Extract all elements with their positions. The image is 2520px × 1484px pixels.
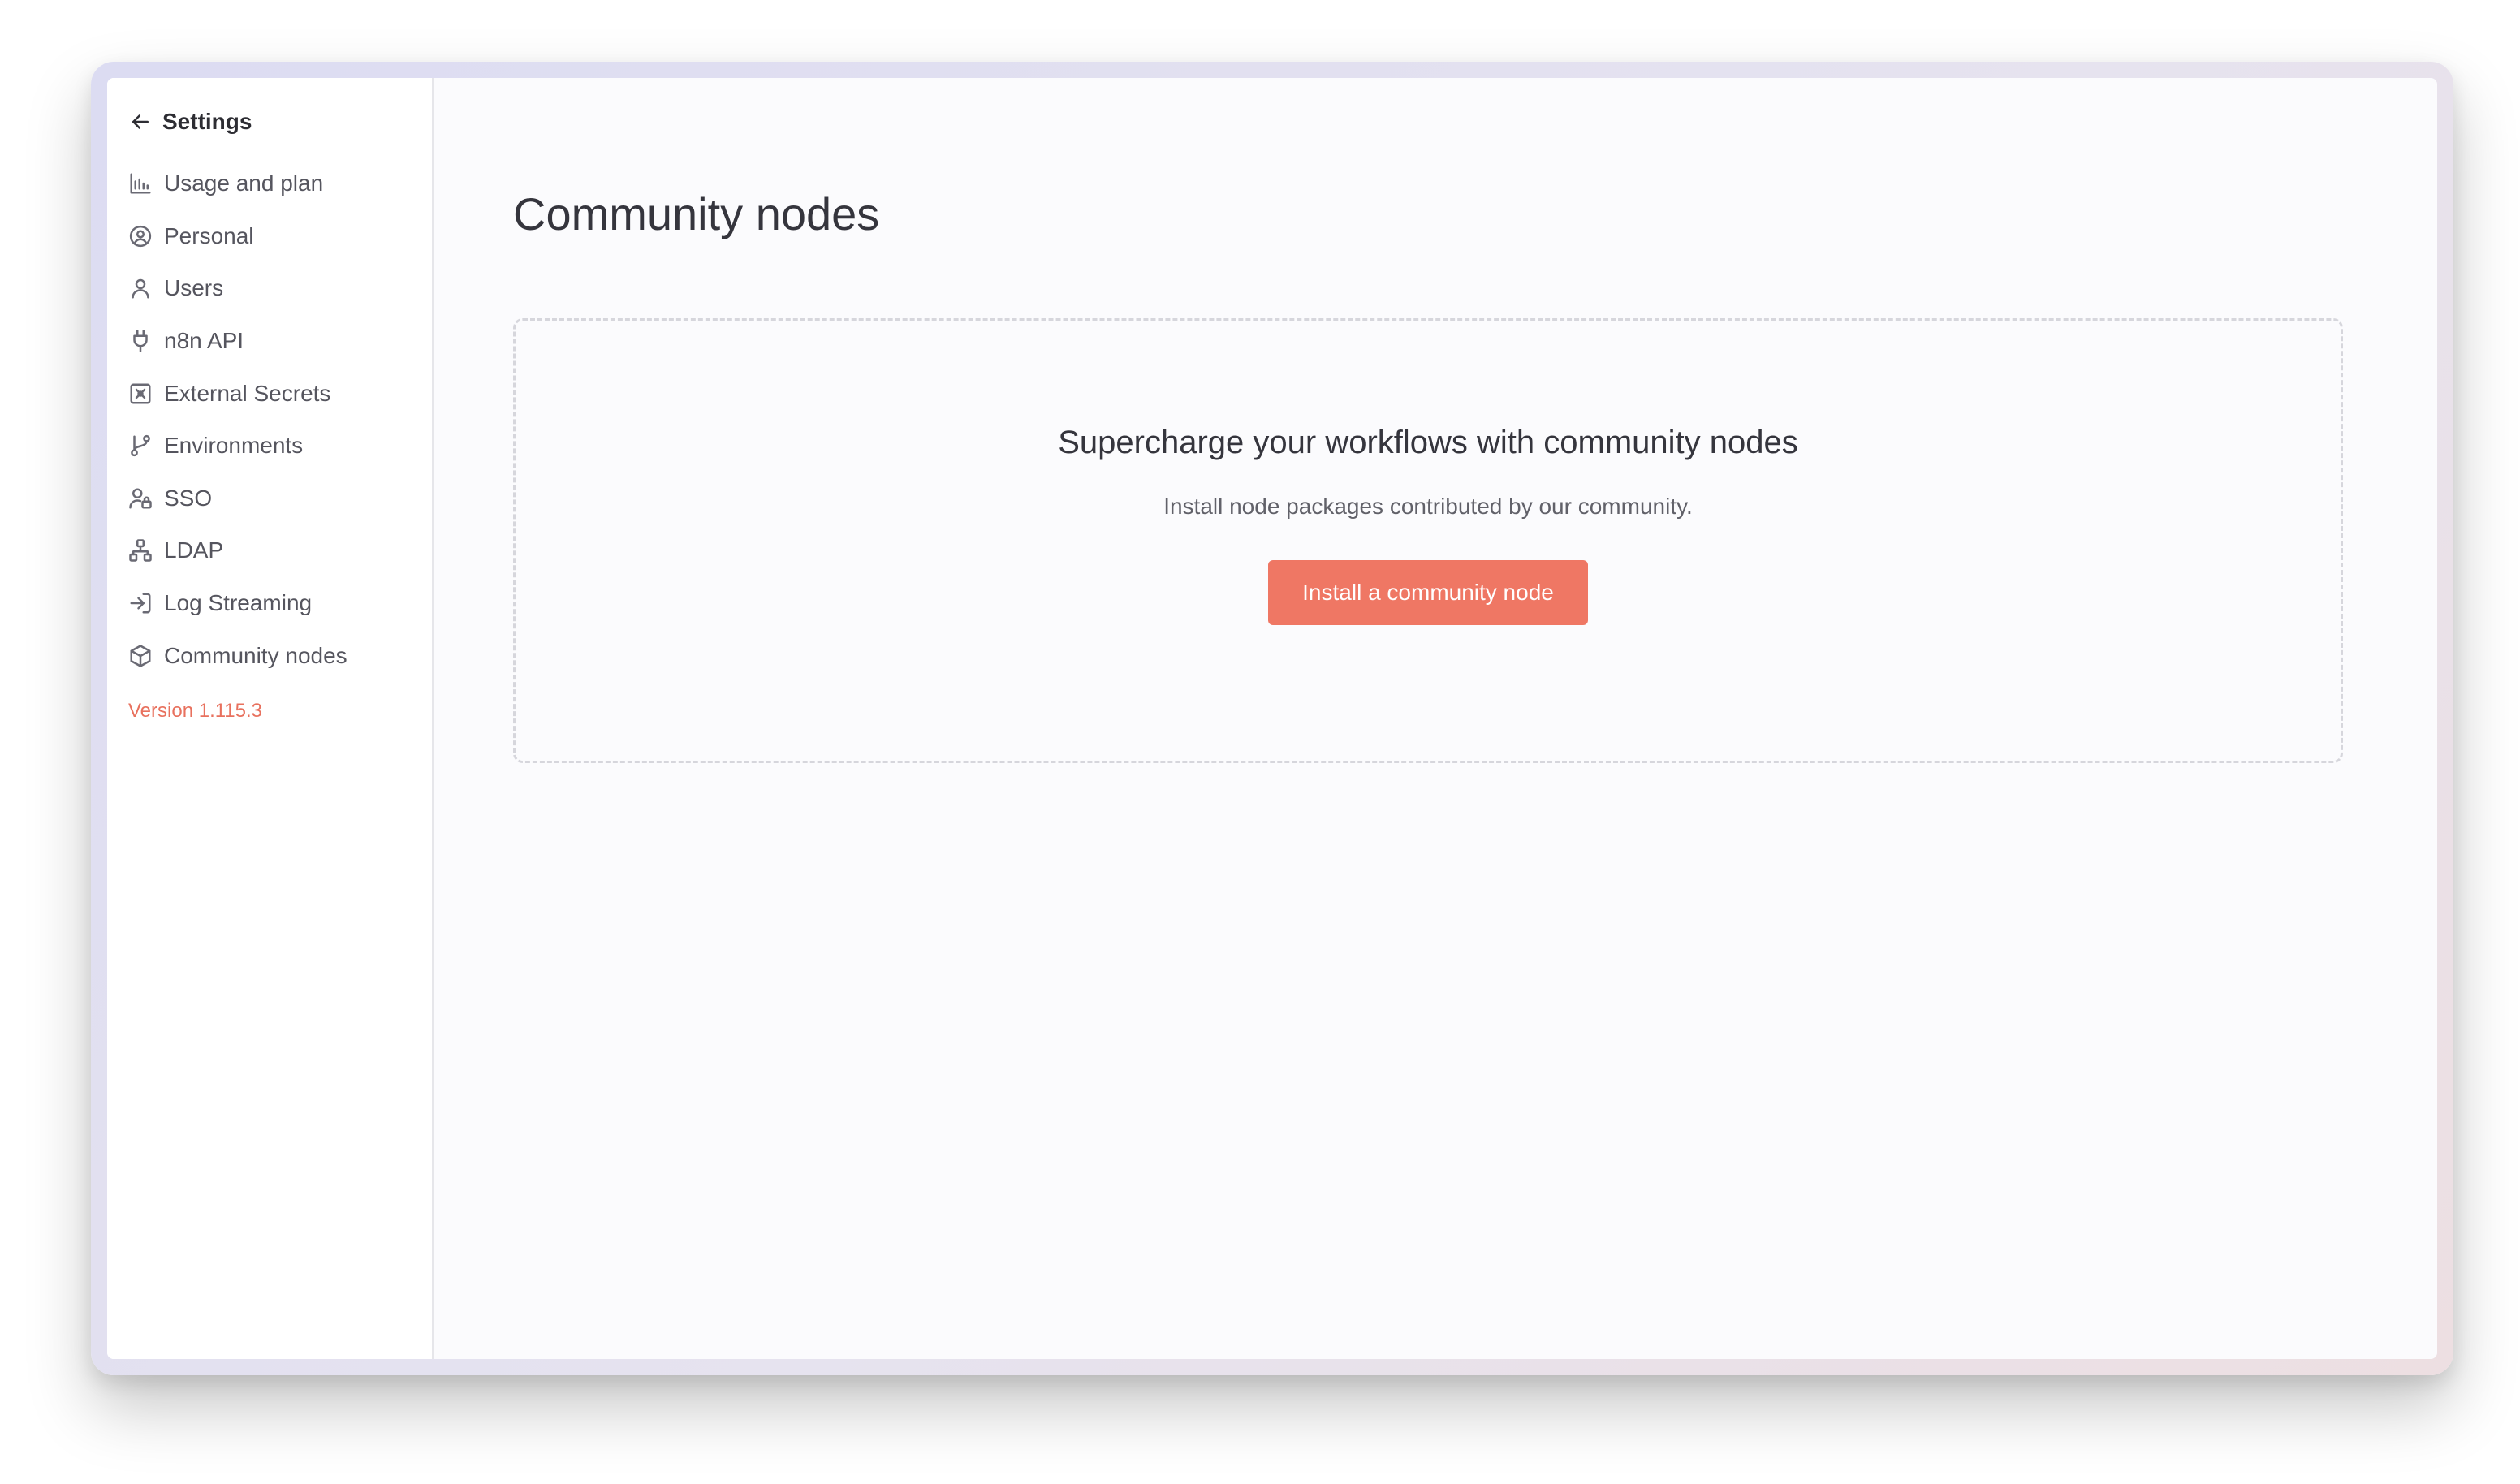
sidebar-item-users[interactable]: Users xyxy=(107,262,432,315)
main-content: Community nodes Supercharge your workflo… xyxy=(434,78,2437,1359)
sidebar-item-label: Log Streaming xyxy=(164,590,313,616)
back-to-settings-button[interactable]: Settings xyxy=(107,97,432,146)
sidebar-item-label: Usage and plan xyxy=(164,170,324,196)
git-branch-icon xyxy=(131,435,150,457)
network-icon xyxy=(129,539,152,563)
sidebar-item-label: SSO xyxy=(164,485,213,511)
settings-heading: Settings xyxy=(162,109,252,134)
app-window: Settings Usage and plan Personal Users n… xyxy=(107,78,2437,1359)
sidebar-item-n8n-api[interactable]: n8n API xyxy=(107,315,432,368)
sidebar-item-label: External Secrets xyxy=(164,380,331,406)
sidebar-item-label: Users xyxy=(164,275,224,301)
plug-icon xyxy=(133,330,148,352)
empty-state-heading: Supercharge your workflows with communit… xyxy=(1058,425,1798,460)
settings-nav: Usage and plan Personal Users n8n API Ex… xyxy=(107,157,432,682)
sidebar-item-label: Personal xyxy=(164,222,254,248)
empty-state-card: Supercharge your workflows with communit… xyxy=(513,318,2343,763)
sidebar-item-usage-and-plan[interactable]: Usage and plan xyxy=(107,157,432,210)
vault-icon xyxy=(130,383,151,404)
empty-state-description: Install node packages contributed by our… xyxy=(1163,494,1693,519)
page-title: Community nodes xyxy=(513,188,880,239)
version-text: Version 1.115.3 xyxy=(128,699,263,722)
cube-icon xyxy=(130,644,151,667)
user-icon xyxy=(132,279,149,299)
settings-sidebar: Settings Usage and plan Personal Users n… xyxy=(107,78,434,1359)
sidebar-item-label: LDAP xyxy=(164,537,224,563)
sidebar-item-external-secrets[interactable]: External Secrets xyxy=(107,367,432,420)
user-lock-icon xyxy=(129,488,152,509)
install-community-node-button[interactable]: Install a community node xyxy=(1268,560,1588,625)
sidebar-item-log-streaming[interactable]: Log Streaming xyxy=(107,577,432,630)
user-circle-icon xyxy=(129,225,152,248)
sidebar-item-environments[interactable]: Environments xyxy=(107,420,432,472)
sidebar-item-label: n8n API xyxy=(164,328,244,354)
bar-chart-icon xyxy=(130,173,151,194)
sidebar-item-ldap[interactable]: LDAP xyxy=(107,524,432,577)
sidebar-item-label: Community nodes xyxy=(164,642,347,668)
sidebar-item-sso[interactable]: SSO xyxy=(107,472,432,525)
sidebar-item-community-nodes[interactable]: Community nodes xyxy=(107,629,432,682)
sign-in-icon xyxy=(130,593,151,614)
arrow-left-icon xyxy=(132,114,149,129)
sidebar-item-personal[interactable]: Personal xyxy=(107,210,432,263)
sidebar-item-label: Environments xyxy=(164,433,304,459)
